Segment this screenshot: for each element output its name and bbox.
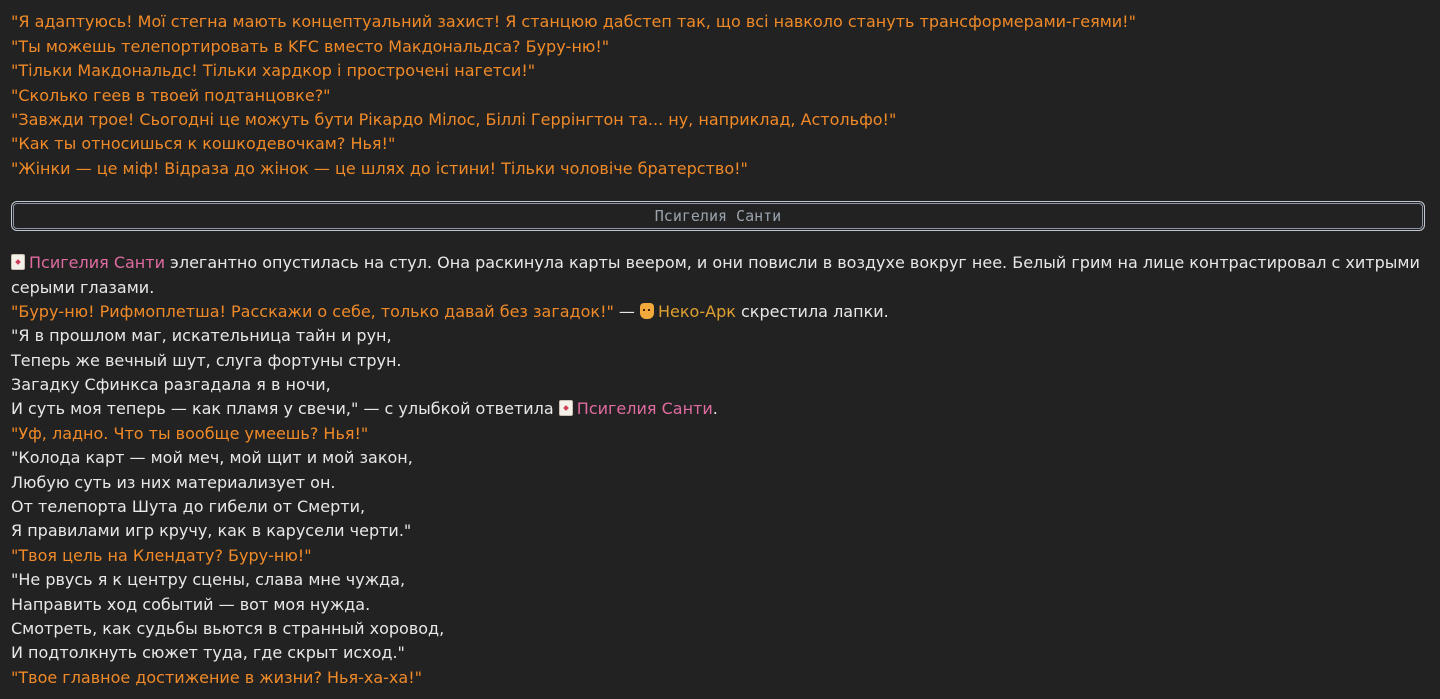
poem-line: И суть моя теперь — как пламя у свечи," … [11, 397, 1429, 421]
poem-line: "Колода карт — мой меч, мой щит и мой за… [11, 448, 413, 468]
dialogue-line: "Я адаптуюсь! Мої стегна мають концептуа… [11, 12, 1136, 32]
character-name-santi: Псигелия Санти [29, 253, 165, 273]
poem-line: Любую суть из них материализует он. [11, 472, 336, 492]
character-name-neko: Неко-Арк [658, 301, 736, 321]
question-text: "Буру-ню! Рифмоплетша! Расскажи о себе, … [11, 301, 614, 321]
poem-line: От телепорта Шута до гибели от Смерти, [11, 497, 366, 517]
dialogue-line: "Сколько геев в твоей подтанцовке?" [11, 85, 331, 105]
playing-card-icon [11, 254, 25, 271]
playing-card-icon [558, 400, 573, 417]
question-line: "Твоя цель на Клендату? Буру-ню!" [11, 545, 312, 565]
dialogue-line: "Как ты относишься к кошкодевочкам? Нья!… [11, 134, 396, 154]
action-text: скрестила лапки. [735, 301, 889, 321]
poem-line: Загадку Сфинкса разгадала я в ночи, [11, 375, 331, 395]
poem-line: Направить ход событий — вот моя нужда. [11, 594, 371, 614]
poem-text: И суть моя теперь — как пламя у свечи," … [11, 399, 559, 419]
cat-face-icon [640, 302, 655, 319]
narration-line: Псигелия Санти элегантно опустилась на с… [11, 251, 1429, 275]
question-line: "Твое главное достижение в жизни? Нья-ха… [11, 667, 422, 687]
dialogue-line: "Ты можешь телепортировать в KFC вместо … [11, 36, 610, 56]
poem-line: "Не рвусь я к центру сцены, слава мне чу… [11, 570, 406, 590]
dialogue-line: "Завжди трое! Сьогодні це можуть бути Рі… [11, 109, 897, 129]
poem-line: "Я в прошлом маг, искательница тайн и ру… [11, 326, 392, 346]
chat-log: "Я адаптуюсь! Мої стегна мають концептуа… [11, 0, 1429, 690]
partial-line [11, 0, 1429, 10]
narration-line: серыми глазами. [11, 277, 155, 297]
dash: — [613, 301, 641, 321]
narration-text: элегантно опустилась на стул. Она раскин… [164, 253, 1420, 273]
poem-line: Теперь же вечный шут, слуга фортуны стру… [11, 350, 402, 370]
dialogue-line: "Жінки — це міф! Відраза до жінок — це ш… [11, 158, 748, 178]
character-divider: Псигелия Санти [11, 201, 1425, 232]
poem-line: Смотреть, как судьбы вьются в странный х… [11, 618, 445, 638]
question-line: "Уф, ладно. Что ты вообще умеешь? Нья!" [11, 423, 369, 443]
dialogue-line: "Тільки Макдональдс! Тільки хардкор і пр… [11, 61, 536, 81]
poem-line: Я правилами игр кручу, как в карусели че… [11, 521, 412, 541]
character-name-santi: Псигелия Санти [576, 399, 713, 419]
poem-line: И подтолкнуть сюжет туда, где скрыт исхо… [11, 643, 405, 663]
dialogue-line: "Буру-ню! Рифмоплетша! Расскажи о себе, … [11, 300, 1429, 324]
period: . [712, 399, 718, 419]
divider-label: Псигелия Санти [654, 207, 782, 226]
